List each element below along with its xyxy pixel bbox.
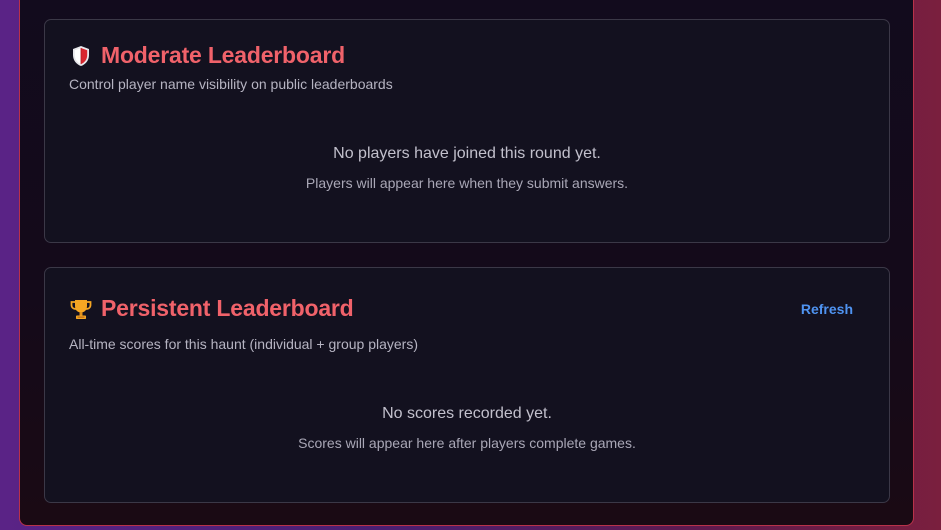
persistent-leaderboard-title: Persistent Leaderboard	[101, 295, 354, 321]
moderate-leaderboard-title: Moderate Leaderboard	[101, 42, 345, 68]
persistent-empty-description: Scores will appear here after players co…	[298, 435, 636, 451]
moderate-empty-state: No players have joined this round yet. P…	[45, 145, 889, 191]
persistent-empty-state: No scores recorded yet. Scores will appe…	[45, 405, 889, 451]
persistent-leaderboard-subtitle: All-time scores for this haunt (individu…	[69, 336, 418, 352]
moderate-leaderboard-title-row: Moderate Leaderboard	[69, 42, 345, 69]
persistent-leaderboard-title-row: Persistent Leaderboard	[69, 295, 354, 322]
persistent-leaderboard-card: Persistent Leaderboard Refresh All-time …	[44, 267, 890, 503]
moderate-leaderboard-subtitle: Control player name visibility on public…	[69, 76, 393, 92]
refresh-button[interactable]: Refresh	[801, 301, 853, 317]
moderate-leaderboard-card: Moderate Leaderboard Control player name…	[44, 19, 890, 243]
moderate-empty-description: Players will appear here when they submi…	[305, 175, 629, 191]
persistent-empty-title: No scores recorded yet.	[382, 405, 552, 422]
trophy-icon	[69, 297, 93, 321]
shield-icon	[69, 44, 93, 68]
moderate-empty-title: No players have joined this round yet.	[333, 145, 601, 162]
